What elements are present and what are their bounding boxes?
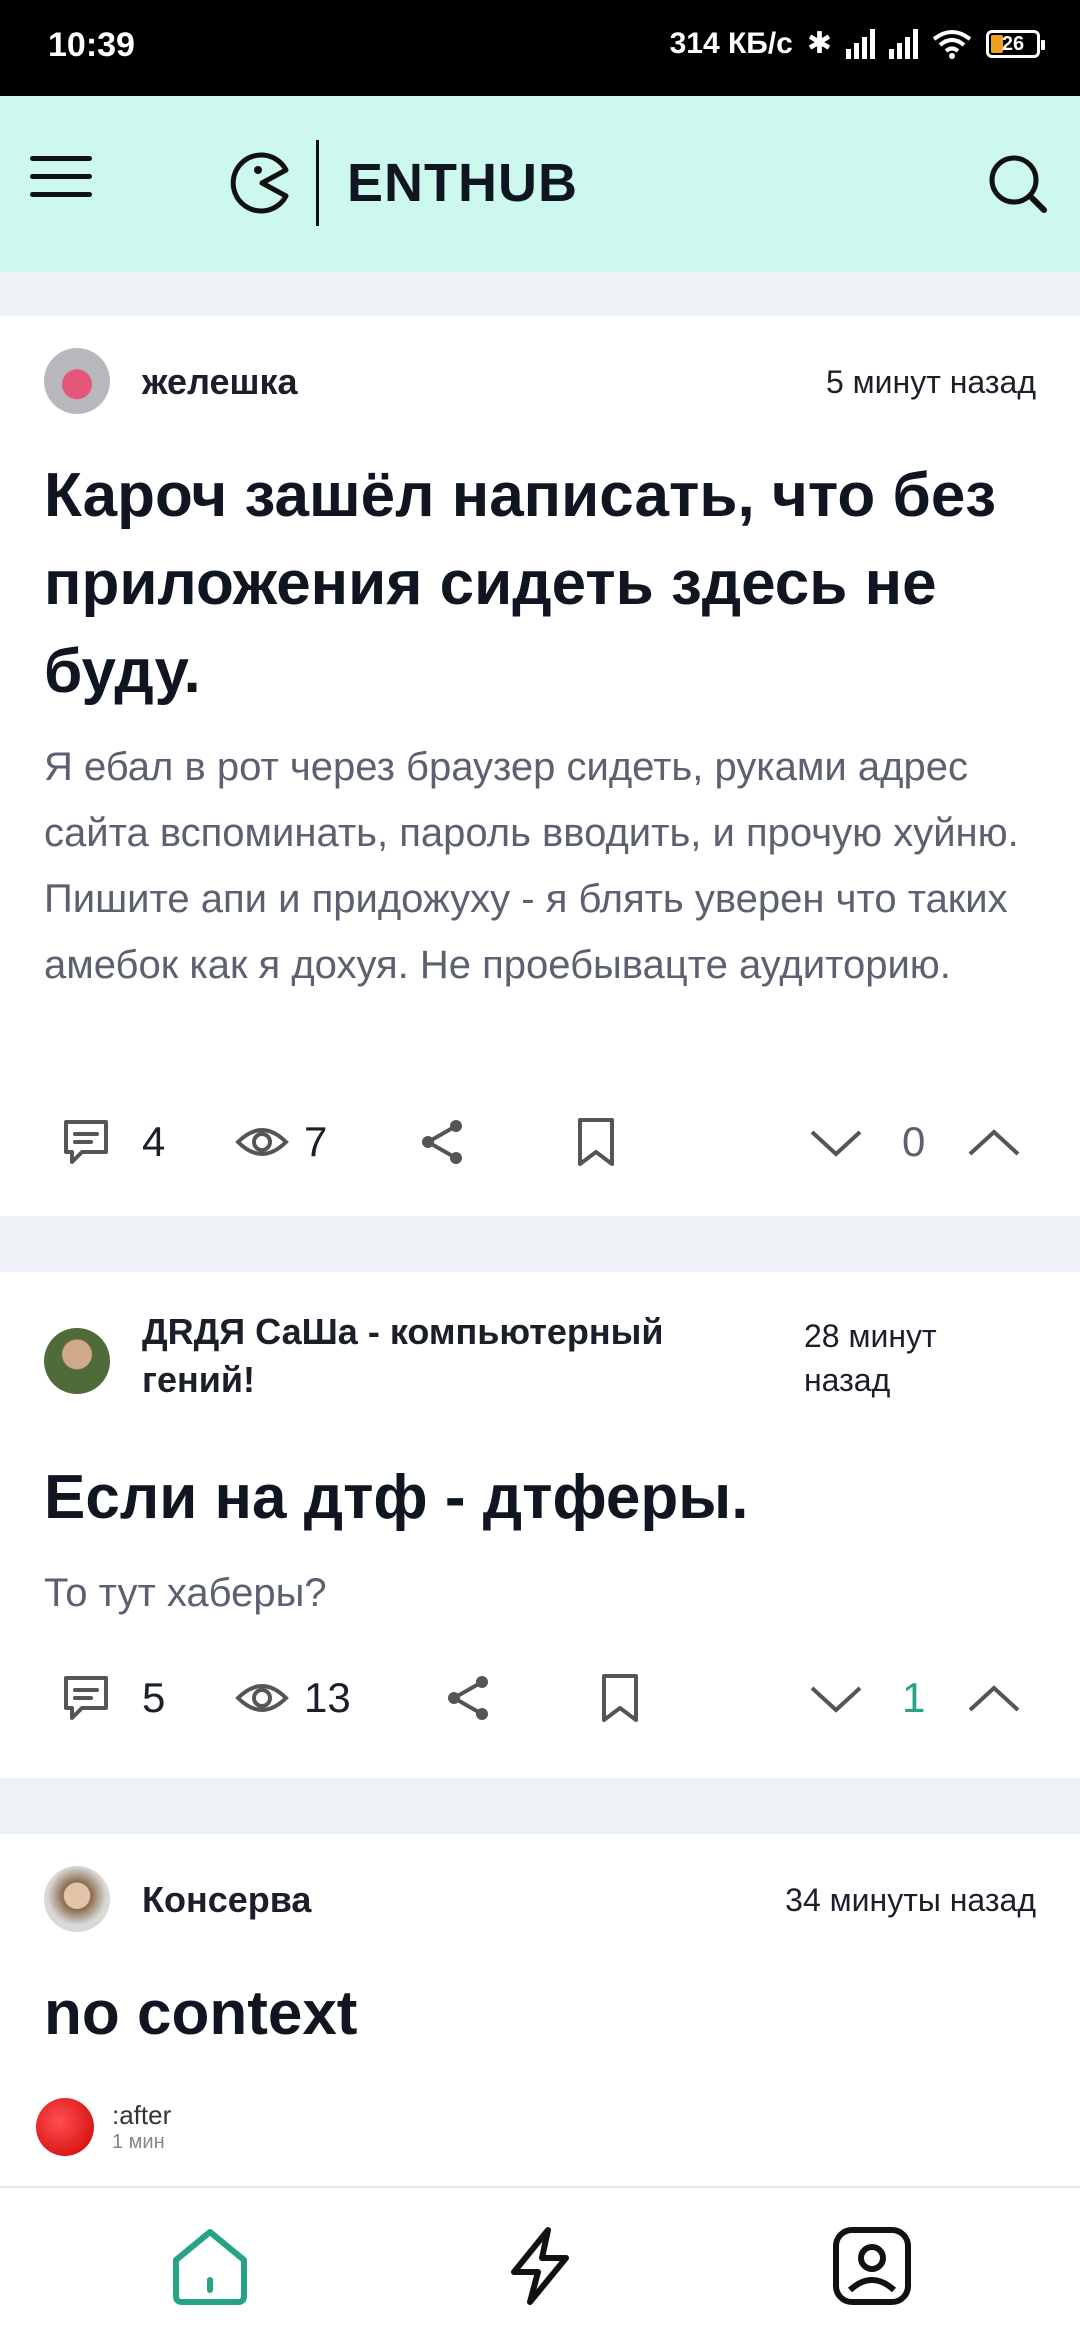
status-time: 10:39 <box>48 26 135 64</box>
post-author[interactable]: ДRДЯ СаШа - компьютерный гений! <box>142 1308 702 1404</box>
embedded-preview[interactable]: :after 1 мин <box>36 2098 171 2156</box>
post-actions: 4 7 0 <box>0 1102 1080 1182</box>
chevron-up-icon[interactable] <box>966 1670 1022 1726</box>
bottom-nav <box>0 2186 1080 2342</box>
view-count: 13 <box>304 1674 351 1721</box>
post-time: 34 минуты назад <box>785 1882 1036 1918</box>
post-title[interactable]: Если на дтф - дтферы. <box>44 1454 1044 1542</box>
share-icon[interactable] <box>440 1670 496 1726</box>
post-card[interactable]: желешка 5 минут назад Кароч зашёл написа… <box>0 316 1080 1216</box>
avatar[interactable] <box>44 1866 110 1932</box>
post-title[interactable]: Кароч зашёл написать, что без приложения… <box>44 452 1044 716</box>
bluetooth-icon: ✱ <box>806 27 832 60</box>
signal-icon-2 <box>889 28 918 59</box>
post-body: Я ебал в рот через браузер сидеть, рукам… <box>44 745 1019 987</box>
battery-icon: 26 <box>986 29 1045 58</box>
comment-count: 4 <box>142 1118 166 1165</box>
logo-divider <box>316 140 319 226</box>
status-indicators: 314 КБ/с ✱ 26 <box>669 26 1045 61</box>
post-body: То тут хаберы? <box>44 1571 327 1615</box>
comment-icon[interactable] <box>58 1670 114 1726</box>
embed-name: :after <box>112 2100 172 2130</box>
avatar[interactable] <box>44 348 110 414</box>
search-icon[interactable] <box>986 152 1050 216</box>
score: 0 <box>902 1118 926 1165</box>
menu-icon[interactable] <box>30 156 92 204</box>
chevron-down-icon[interactable] <box>808 1670 864 1726</box>
chevron-up-icon[interactable] <box>966 1114 1022 1170</box>
eye-icon <box>235 1128 289 1156</box>
pacman-logo-icon <box>230 152 289 214</box>
post-time: 5 минут назад <box>825 364 1036 400</box>
network-speed: 314 КБ/с <box>669 26 793 60</box>
lightning-icon[interactable] <box>498 2224 582 2308</box>
bookmark-icon[interactable] <box>568 1114 624 1170</box>
signal-icon <box>846 28 875 59</box>
home-icon[interactable] <box>168 2224 252 2308</box>
app-header: ENTHUB <box>0 96 1080 272</box>
post-time: 28 минут назад <box>804 1318 937 1398</box>
logo[interactable]: ENTHUB <box>228 140 578 226</box>
post-card[interactable]: ДRДЯ СаШа - компьютерный гений! 28 минут… <box>0 1272 1080 1778</box>
chevron-down-icon[interactable] <box>808 1114 864 1170</box>
view-count: 7 <box>304 1118 328 1165</box>
avatar[interactable] <box>44 1328 110 1394</box>
bookmark-icon[interactable] <box>592 1670 648 1726</box>
share-icon[interactable] <box>414 1114 470 1170</box>
embed-avatar <box>36 2098 94 2156</box>
post-author[interactable]: желешка <box>142 358 298 406</box>
status-bar: 10:39 314 КБ/с ✱ 26 <box>0 0 1080 96</box>
score: 1 <box>902 1674 926 1721</box>
profile-icon[interactable] <box>830 2224 914 2308</box>
battery-level: 26 <box>1001 32 1025 55</box>
embed-meta: 1 мин <box>112 2131 165 2153</box>
wifi-icon <box>932 29 972 59</box>
post-actions: 5 13 1 <box>0 1658 1080 1738</box>
brand-name: ENTHUB <box>347 153 578 213</box>
comment-icon[interactable] <box>58 1114 114 1170</box>
eye-icon <box>235 1684 289 1712</box>
comment-count: 5 <box>142 1674 166 1721</box>
post-title[interactable]: no context <box>44 1970 1044 2058</box>
post-author[interactable]: Консерва <box>142 1876 311 1924</box>
